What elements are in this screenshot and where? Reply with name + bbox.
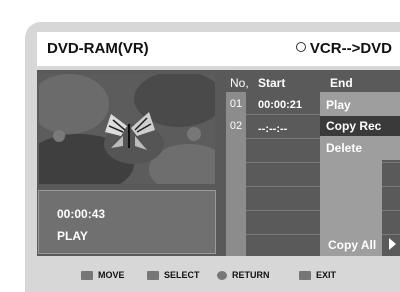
row-number: 02	[229, 120, 243, 132]
footer-exit: EXIT	[299, 270, 337, 281]
footer-return-label: RETURN	[232, 270, 270, 280]
exit-icon	[299, 271, 311, 281]
mode-indicator: VCR-->DVD	[295, 40, 392, 57]
col-header-no: No,	[230, 76, 249, 90]
enter-icon	[147, 271, 159, 281]
updown-arrow-icon	[81, 271, 93, 281]
menu-item-play[interactable]: Play	[326, 98, 351, 112]
context-menu: Play Copy Rec Delete	[320, 92, 400, 160]
playback-time: 00:00:43	[57, 207, 106, 221]
table-row-start[interactable]: --:--:--	[258, 123, 287, 135]
copy-all-button[interactable]: Copy All	[328, 238, 376, 252]
footer-return: RETURN	[217, 270, 270, 281]
page-title: DVD-RAM(VR)	[47, 40, 149, 57]
col-header-start: Start	[258, 76, 286, 90]
table-row-start[interactable]: 00:00:21	[258, 99, 302, 111]
footer-move-label: MOVE	[98, 270, 125, 280]
col-header-end: End	[330, 76, 353, 90]
footer-select: SELECT	[147, 270, 200, 281]
arrow-right-icon[interactable]	[389, 238, 396, 250]
return-icon	[217, 271, 227, 281]
row-number: 01	[229, 98, 243, 110]
playback-status: PLAY	[57, 229, 88, 243]
playback-info: 00:00:43 PLAY	[38, 190, 216, 254]
menu-item-copy-rec[interactable]: Copy Rec	[326, 119, 381, 133]
video-preview	[39, 74, 215, 184]
circle-icon	[295, 42, 306, 52]
footer-exit-label: EXIT	[316, 270, 337, 280]
footer-move: MOVE	[81, 270, 125, 281]
butterfly-image	[39, 74, 215, 184]
title-bar: DVD-RAM(VR) VCR-->DVD	[37, 32, 400, 66]
number-column: 01 02	[226, 92, 246, 256]
mode-label: VCR-->DVD	[309, 40, 392, 57]
footer-bar: MOVE SELECT RETURN EXIT	[37, 258, 400, 292]
footer-select-label: SELECT	[164, 270, 200, 280]
menu-item-delete[interactable]: Delete	[326, 141, 362, 155]
